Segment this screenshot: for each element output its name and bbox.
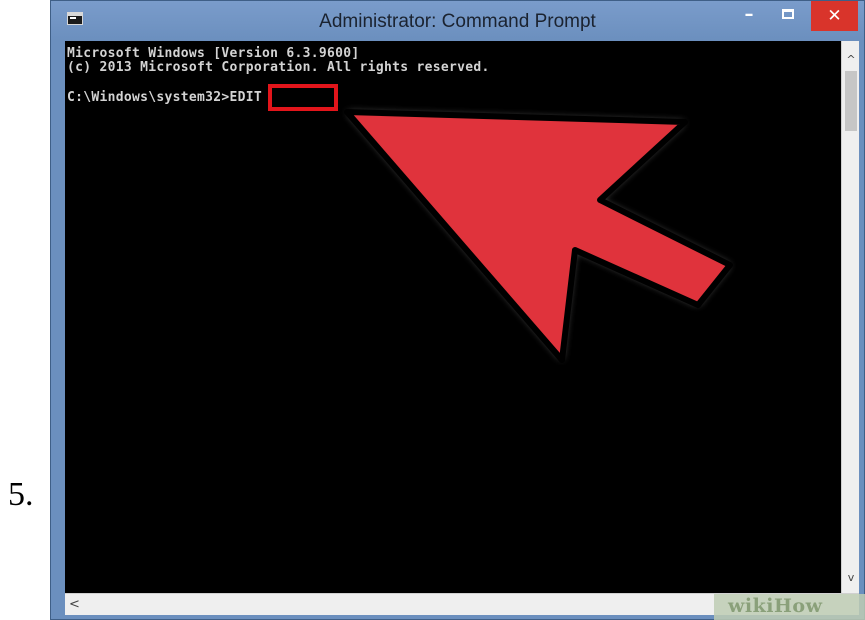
watermark-text: wikiHow xyxy=(728,595,823,617)
scroll-thumb[interactable] xyxy=(845,71,857,131)
scroll-left-icon[interactable]: < xyxy=(69,597,80,612)
vertical-scrollbar[interactable]: ^ v xyxy=(841,41,859,593)
console-line-version: Microsoft Windows [Version 6.3.9600] xyxy=(67,46,360,61)
wikihow-watermark: wikiHow xyxy=(714,594,865,620)
console-line-prompt: C:\Windows\system32>EDIT xyxy=(67,90,263,105)
edit-command-highlight xyxy=(268,84,338,111)
console-line-copyright: (c) 2013 Microsoft Corporation. All righ… xyxy=(67,60,490,75)
command-prompt-window: Administrator: Command Prompt – ✕ Micros… xyxy=(50,0,865,620)
scroll-up-icon[interactable]: ^ xyxy=(842,53,860,66)
scroll-down-icon[interactable]: v xyxy=(842,571,860,584)
title-bar[interactable]: Administrator: Command Prompt – ✕ xyxy=(51,1,864,41)
step-number: 5. xyxy=(8,476,34,513)
maximize-icon xyxy=(782,9,794,19)
maximize-button[interactable] xyxy=(773,1,803,31)
console-output[interactable]: Microsoft Windows [Version 6.3.9600] (c)… xyxy=(65,41,841,593)
close-button[interactable]: ✕ xyxy=(811,1,858,31)
minimize-button[interactable]: – xyxy=(734,1,764,31)
